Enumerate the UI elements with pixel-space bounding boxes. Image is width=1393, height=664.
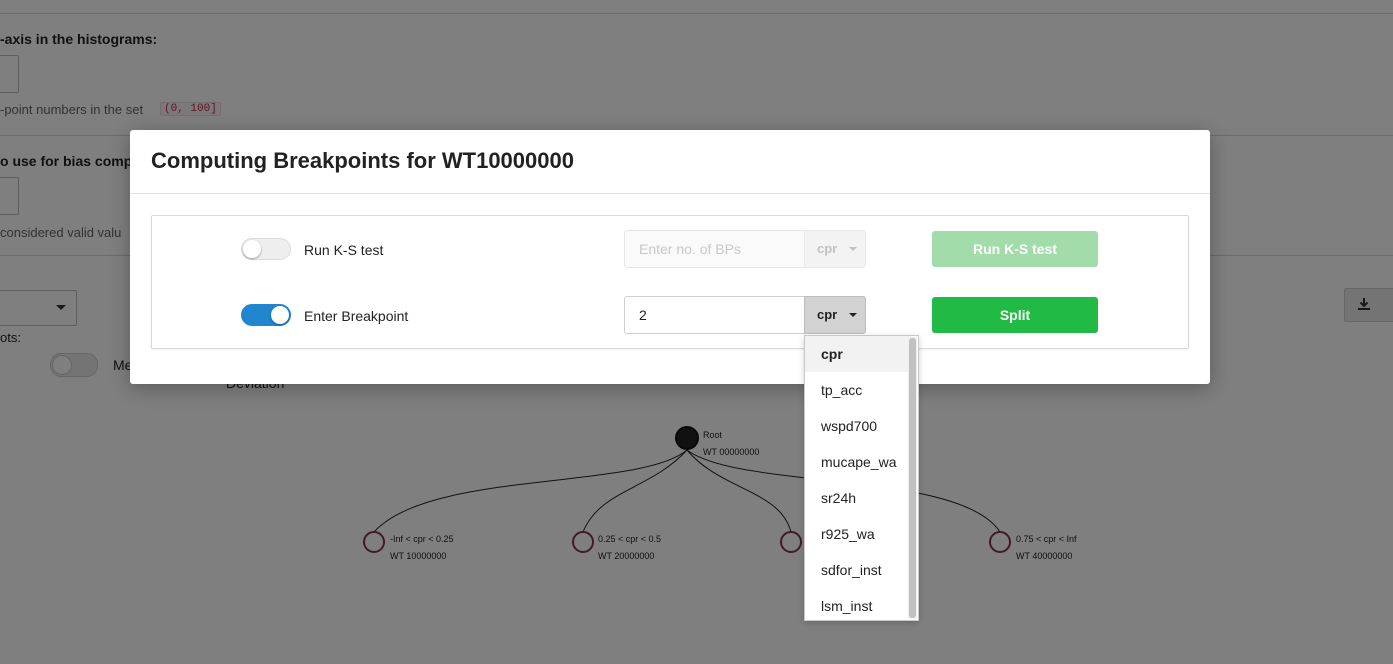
dropdown-option[interactable]: r925_wa bbox=[805, 516, 909, 552]
predictor-dropdown-menu: cpr tp_acc wspd700 mucape_wa sr24h r925_… bbox=[804, 335, 919, 621]
dropdown-option[interactable]: sr24h bbox=[805, 480, 909, 516]
split-button[interactable]: Split bbox=[932, 297, 1098, 333]
bp-predictor-dropdown[interactable]: cpr bbox=[804, 296, 866, 334]
caret-down-icon bbox=[849, 313, 857, 317]
toggle-knob bbox=[243, 240, 261, 258]
dropdown-option[interactable]: cpr bbox=[805, 336, 909, 372]
ks-predictor-dropdown[interactable]: cpr bbox=[804, 230, 866, 268]
dropdown-scroll-thumb[interactable] bbox=[909, 338, 916, 618]
breakpoint-value-input[interactable] bbox=[624, 296, 805, 334]
ks-test-toggle[interactable] bbox=[241, 238, 291, 260]
enter-breakpoint-label: Enter Breakpoint bbox=[304, 308, 409, 324]
toggle-knob bbox=[271, 306, 289, 324]
dropdown-option[interactable]: mucape_wa bbox=[805, 444, 909, 480]
breakpoint-modal: Computing Breakpoints for WT10000000 Run… bbox=[130, 130, 1210, 384]
dropdown-option[interactable]: lsm_inst bbox=[805, 588, 909, 620]
caret-down-icon bbox=[849, 247, 857, 251]
ks-test-label: Run K-S test bbox=[304, 242, 384, 258]
bp-count-input[interactable] bbox=[624, 230, 805, 268]
modal-title: Computing Breakpoints for WT10000000 bbox=[151, 148, 574, 173]
modal-header: Computing Breakpoints for WT10000000 bbox=[130, 130, 1210, 194]
bp-predictor-label: cpr bbox=[817, 307, 838, 322]
dropdown-option[interactable]: sdfor_inst bbox=[805, 552, 909, 588]
ks-predictor-label: cpr bbox=[817, 241, 838, 256]
breakpoint-panel: Run K-S test cpr Run K-S test Enter Brea… bbox=[151, 215, 1189, 349]
enter-breakpoint-toggle[interactable] bbox=[241, 304, 291, 326]
dropdown-option[interactable]: wspd700 bbox=[805, 408, 909, 444]
run-ks-test-button[interactable]: Run K-S test bbox=[932, 231, 1098, 267]
dropdown-option[interactable]: tp_acc bbox=[805, 372, 909, 408]
